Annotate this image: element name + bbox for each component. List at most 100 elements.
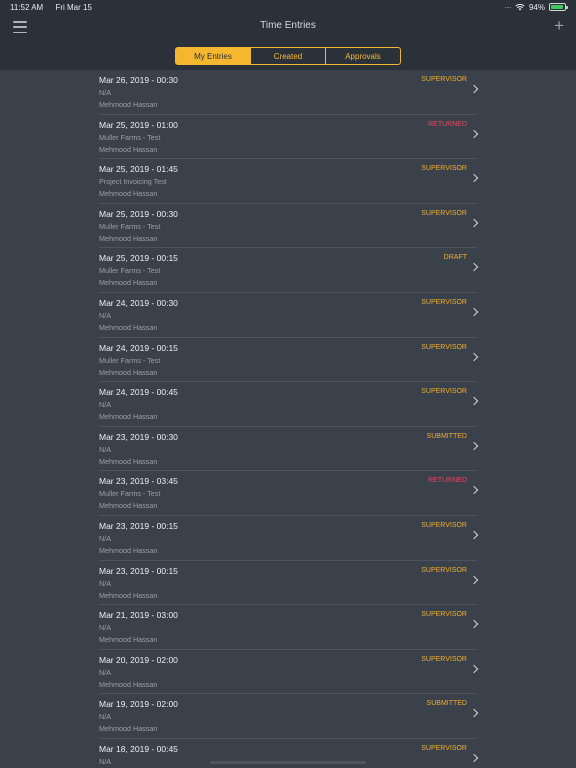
entry-date: Mar 19, 2019 - 02:00: [99, 699, 178, 710]
page-title: Time Entries: [260, 20, 316, 31]
entry-person: Mehmood Hassan: [99, 679, 158, 689]
entry-status-badge: SUPERVISOR: [421, 655, 467, 663]
entry-project: Project Invoicing Test: [99, 177, 167, 187]
time-entries-list[interactable]: Mar 26, 2019 - 00:30 N/A Mehmood Hassan SUP…: [0, 70, 576, 768]
entry-person: Mehmood Hassan: [99, 635, 158, 645]
chevron-right-icon: [469, 664, 479, 674]
entry-date: Mar 24, 2019 - 00:30: [99, 298, 178, 308]
entry-project: Muller Farms - Test: [99, 221, 161, 231]
entry-project: N/A: [99, 667, 111, 677]
entry-person: Mehmood Hassan: [99, 233, 158, 243]
status-date: Fri Mar 15: [55, 2, 92, 12]
wifi-icon: [515, 3, 525, 11]
entry-project: N/A: [99, 88, 111, 97]
tab-created[interactable]: Created: [251, 48, 326, 64]
entry-date: Mar 24, 2019 - 00:15: [99, 342, 178, 353]
entry-person: Mehmood Hassan: [99, 367, 158, 377]
chevron-right-icon: [469, 173, 479, 183]
entry-status-badge: DRAFT: [443, 254, 467, 262]
chevron-right-icon: [469, 84, 479, 94]
time-entry-row[interactable]: Mar 23, 2019 - 00:15 N/A Mehmood Hassan SUP…: [99, 561, 479, 606]
entry-status-badge: SUBMITTED: [426, 700, 467, 708]
entry-date: Mar 25, 2019 - 00:30: [99, 208, 178, 219]
entry-project: Muller Farms - Test: [99, 266, 161, 276]
chevron-right-icon: [469, 753, 479, 763]
entry-person: Mehmood Hassan: [99, 590, 158, 600]
tab-my-entries[interactable]: My Entries: [176, 48, 251, 64]
time-entry-row[interactable]: Mar 25, 2019 - 00:30 Muller Farms - Test M…: [99, 204, 479, 249]
entry-status-badge: SUPERVISOR: [421, 343, 467, 351]
signal-dots-icon: ····: [504, 2, 512, 12]
entry-status-badge: SUPERVISOR: [421, 76, 467, 83]
status-bar-right: ···· 94%: [504, 2, 568, 12]
entry-project: N/A: [99, 444, 111, 454]
status-bar-left: 11:52 AM Fri Mar 15: [10, 3, 102, 12]
entry-person: Mehmood Hassan: [99, 456, 158, 466]
entry-status-badge: RETURNED: [428, 477, 467, 485]
entry-status-badge: SUPERVISOR: [421, 611, 467, 619]
tab-approvals[interactable]: Approvals: [326, 48, 400, 64]
time-entry-row[interactable]: Mar 19, 2019 - 02:00 N/A Mehmood Hassan SUB…: [99, 694, 479, 739]
battery-percent: 94%: [528, 2, 545, 12]
entry-status-badge: SUPERVISOR: [421, 745, 467, 752]
entry-project: N/A: [99, 400, 111, 410]
time-entry-row[interactable]: Mar 23, 2019 - 03:45 Muller Farms - Test M…: [99, 471, 479, 516]
chevron-right-icon: [469, 263, 479, 272]
entry-date: Mar 25, 2019 - 00:15: [99, 253, 178, 264]
entry-project: N/A: [99, 578, 111, 588]
entry-person: Mehmood Hassan: [99, 724, 158, 734]
chevron-right-icon: [469, 709, 479, 718]
time-entry-row[interactable]: Mar 20, 2019 - 02:00 N/A Mehmood Hassan SUP…: [99, 650, 479, 695]
entry-project: Muller Farms - Test: [99, 132, 161, 142]
navigation-bar: Time Entries + My Entries Created Approval…: [0, 14, 576, 70]
battery-icon: [549, 3, 568, 11]
time-entry-row[interactable]: Mar 23, 2019 - 00:30 N/A Mehmood Hassan SUB…: [99, 427, 479, 472]
entry-project: N/A: [99, 534, 111, 543]
entry-date: Mar 24, 2019 - 00:45: [99, 387, 178, 398]
entry-date: Mar 23, 2019 - 00:30: [99, 431, 178, 442]
chevron-right-icon: [469, 396, 479, 406]
entry-status-badge: RETURNED: [428, 120, 467, 128]
entry-date: Mar 25, 2019 - 01:45: [99, 164, 178, 175]
entry-person: Mehmood Hassan: [99, 278, 158, 288]
time-entry-row[interactable]: Mar 25, 2019 - 01:45 Project Invoicing Te…: [99, 159, 479, 204]
time-entry-row[interactable]: Mar 24, 2019 - 00:30 N/A Mehmood Hassan SUP…: [99, 293, 479, 338]
chevron-right-icon: [469, 486, 479, 495]
time-entry-row[interactable]: Mar 26, 2019 - 00:30 N/A Mehmood Hassan SUP…: [99, 70, 479, 115]
entry-project: Muller Farms - Test: [99, 489, 161, 499]
entry-person: Mehmood Hassan: [99, 412, 158, 422]
add-entry-plus-icon[interactable]: +: [554, 17, 564, 34]
entry-date: Mar 25, 2019 - 01:00: [99, 119, 178, 130]
entry-date: Mar 26, 2019 - 00:30: [99, 75, 178, 85]
entry-project: N/A: [99, 311, 111, 320]
entry-status-badge: SUBMITTED: [426, 432, 467, 440]
entry-status-badge: SUPERVISOR: [421, 165, 467, 173]
entry-status-badge: SUPERVISOR: [421, 209, 467, 217]
entry-person: Mehmood Hassan: [99, 189, 158, 199]
time-entry-row[interactable]: Mar 21, 2019 - 03:00 N/A Mehmood Hassan SUP…: [99, 605, 479, 650]
chevron-right-icon: [469, 575, 479, 584]
entry-date: Mar 21, 2019 - 03:00: [99, 610, 178, 621]
entry-project: N/A: [99, 623, 111, 633]
entry-date: Mar 23, 2019 - 00:15: [99, 565, 178, 576]
entry-date: Mar 20, 2019 - 02:00: [99, 654, 178, 665]
status-time: 11:52 AM: [10, 2, 44, 12]
entry-status-badge: SUPERVISOR: [421, 299, 467, 306]
entry-person: Mehmood Hassan: [99, 100, 158, 109]
chevron-right-icon: [469, 218, 479, 228]
entry-person: Mehmood Hassan: [99, 323, 158, 332]
time-entry-row[interactable]: Mar 25, 2019 - 00:15 Muller Farms - Test M…: [99, 248, 479, 293]
entry-person: Mehmood Hassan: [99, 144, 158, 154]
time-entry-row[interactable]: Mar 24, 2019 - 00:15 Muller Farms - Test M…: [99, 338, 479, 383]
time-entry-row[interactable]: Mar 25, 2019 - 01:00 Muller Farms - Test M…: [99, 115, 479, 160]
entries-segmented-control: My Entries Created Approvals: [175, 47, 401, 65]
entry-person: Mehmood Hassan: [99, 501, 158, 511]
entry-status-badge: SUPERVISOR: [421, 388, 467, 396]
entry-date: Mar 23, 2019 - 03:45: [99, 476, 178, 487]
time-entry-row[interactable]: Mar 23, 2019 - 00:15 N/A Mehmood Hassan SUP…: [99, 516, 479, 561]
home-indicator: [210, 761, 366, 764]
entry-status-badge: SUPERVISOR: [421, 522, 467, 529]
entry-person: Mehmood Hassan: [99, 546, 158, 555]
time-entry-row[interactable]: Mar 24, 2019 - 00:45 N/A Mehmood Hassan SUP…: [99, 382, 479, 427]
status-bar: 11:52 AM Fri Mar 15 ···· 94%: [0, 0, 576, 14]
